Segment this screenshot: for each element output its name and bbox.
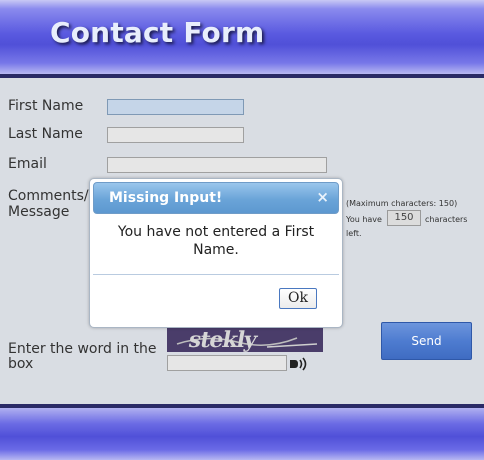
first-name-label: First Name [8,98,84,114]
last-name-input[interactable] [107,127,244,143]
captcha-image: stekly [167,328,323,352]
send-button[interactable]: Send [381,322,472,360]
dialog-titlebar: Missing Input! × [93,182,339,214]
footer-banner [0,404,484,460]
dialog-title: Missing Input! [109,190,223,206]
last-name-label: Last Name [8,126,83,142]
dialog-message: You have not entered a First Name. [117,224,315,258]
ok-button[interactable]: Ok [279,288,317,309]
you-have-text: You have [346,215,382,224]
captcha-label-line2: box [8,356,34,372]
comments-label: Comments/ Message [8,188,89,220]
captcha-input[interactable] [167,355,287,371]
comments-label-line1: Comments/ [8,188,89,204]
captcha-label-line1: Enter the word in the [8,341,157,357]
missing-input-dialog: Missing Input! × You have not entered a … [89,178,343,328]
page-title: Contact Form [50,16,265,49]
email-input[interactable] [107,157,327,173]
email-label: Email [8,156,47,172]
chars-remaining-counter: 150 [387,210,421,226]
captcha-label: Enter the word in the box [8,342,157,372]
captcha-word: stekly [186,328,259,352]
audio-speaker-icon[interactable] [289,356,309,371]
max-chars-note: (Maximum characters: 150) [346,199,458,208]
close-icon[interactable]: × [316,188,329,206]
first-name-input[interactable] [107,99,244,115]
header-banner: Contact Form [0,0,484,78]
comments-label-line2: Message [8,204,70,220]
dialog-divider [93,274,339,275]
characters-text: characters [425,215,468,224]
left-text: left. [346,229,362,238]
